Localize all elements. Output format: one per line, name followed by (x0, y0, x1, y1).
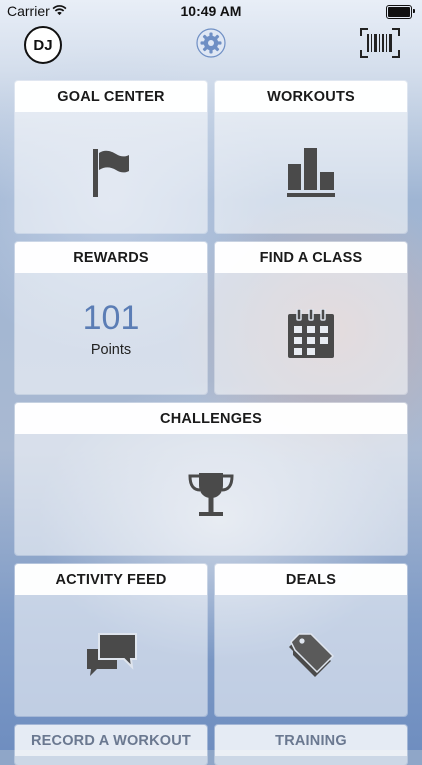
gear-icon[interactable] (196, 28, 226, 58)
workouts-title: WORKOUTS (215, 81, 407, 112)
deals-title: DEALS (215, 564, 407, 595)
activity-feed-title: ACTIVITY FEED (15, 564, 207, 595)
points-value: 101 (82, 298, 140, 337)
workouts-tile[interactable]: WORKOUTS (215, 81, 407, 233)
record-a-workout-tile[interactable]: RECORD A WORKOUT (15, 725, 207, 765)
training-tile[interactable]: TRAINING (215, 725, 407, 765)
tags-icon (289, 632, 335, 677)
find-a-class-tile[interactable]: FIND A CLASS (215, 242, 407, 394)
barcode-icon[interactable] (360, 28, 400, 58)
clock: 10:49 AM (180, 3, 242, 19)
trophy-icon (188, 472, 234, 516)
goal-center-tile[interactable]: GOAL CENTER (15, 81, 207, 233)
bar-chart-icon (287, 147, 335, 197)
goal-center-title: GOAL CENTER (15, 81, 207, 112)
training-title: TRAINING (215, 725, 407, 756)
avatar-button[interactable]: DJ (24, 26, 62, 64)
chat-bubbles-icon (87, 632, 137, 676)
challenges-tile[interactable]: CHALLENGES (15, 403, 407, 555)
deals-tile[interactable]: DEALS (215, 564, 407, 716)
find-a-class-title: FIND A CLASS (215, 242, 407, 273)
points-label: Points (90, 341, 132, 358)
record-a-workout-title: RECORD A WORKOUT (15, 725, 207, 756)
calendar-icon (288, 308, 334, 358)
battery-icon (386, 5, 415, 19)
status-bar: Carrier 10:49 AM (0, 0, 422, 22)
rewards-tile[interactable]: REWARDS 101 Points (15, 242, 207, 394)
flag-icon (93, 148, 129, 197)
top-nav: DJ (0, 22, 422, 66)
rewards-title: REWARDS (15, 242, 207, 273)
challenges-title: CHALLENGES (15, 403, 407, 434)
avatar-initials: DJ (33, 36, 53, 54)
activity-feed-tile[interactable]: ACTIVITY FEED (15, 564, 207, 716)
